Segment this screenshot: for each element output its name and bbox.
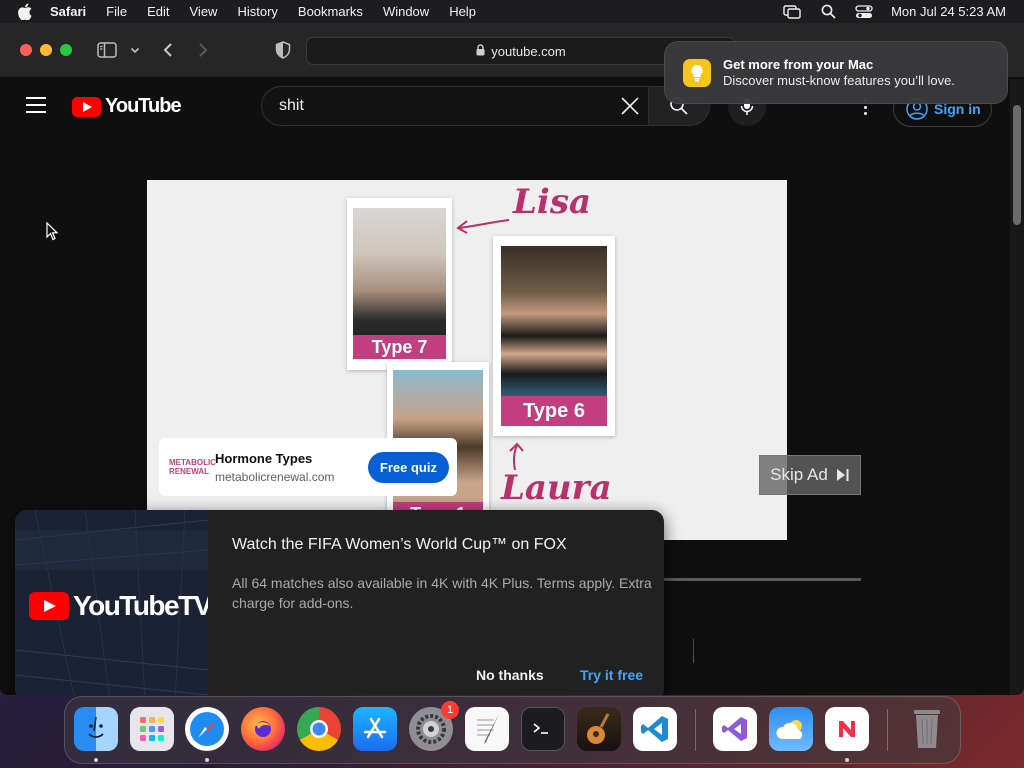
clear-search-icon[interactable] xyxy=(620,96,640,116)
promo-body: All 64 matches also available in 4K with… xyxy=(232,575,652,611)
skip-ad-label: Skip Ad xyxy=(770,465,828,484)
dock-textedit-icon[interactable] xyxy=(465,707,509,751)
skip-ad-button[interactable]: Skip Ad xyxy=(759,455,861,495)
dock-garageband-icon[interactable] xyxy=(577,707,621,751)
page-scrollbar[interactable] xyxy=(1010,79,1024,695)
spotlight-search-icon[interactable] xyxy=(819,4,837,20)
notification-title: Get more from your Mac xyxy=(723,57,874,72)
type6-label: Type 6 xyxy=(501,396,607,426)
dock-separator xyxy=(695,709,696,751)
menu-bookmarks[interactable]: Bookmarks xyxy=(298,4,363,19)
no-thanks-button[interactable]: No thanks xyxy=(476,667,544,683)
menu-safari[interactable]: Safari xyxy=(50,4,86,19)
menubar: Safari File Edit View History Bookmarks … xyxy=(0,0,1024,23)
free-quiz-button[interactable]: Free quiz xyxy=(367,451,449,483)
type7-label: Type 7 xyxy=(353,335,446,359)
back-arrow-icon[interactable] xyxy=(162,41,174,59)
dock-firefox-icon[interactable] xyxy=(241,707,285,751)
dock-chrome-icon[interactable] xyxy=(297,707,341,751)
arrow-to-laura-icon xyxy=(509,442,524,471)
dock-app-store-icon[interactable] xyxy=(353,707,397,751)
menu-view[interactable]: View xyxy=(190,4,218,19)
search-input[interactable]: shit xyxy=(261,86,649,126)
dock: 1 xyxy=(64,696,961,764)
dock-separator xyxy=(887,709,888,751)
screen-mirroring-icon[interactable] xyxy=(783,4,801,20)
chevron-down-icon[interactable] xyxy=(130,41,140,59)
dock-launchpad-icon[interactable] xyxy=(130,707,174,751)
photo-type6 xyxy=(501,246,607,396)
skip-next-icon xyxy=(836,469,849,481)
ad-title: Hormone Types xyxy=(215,450,313,466)
youtube-tv-play-icon xyxy=(29,592,69,620)
dock-safari-running-dot xyxy=(205,758,209,762)
menu-history[interactable]: History xyxy=(237,4,277,19)
dock-news-icon[interactable] xyxy=(825,707,869,751)
dock-weather-icon[interactable] xyxy=(769,707,813,751)
window-close-button[interactable] xyxy=(20,44,32,56)
ad-url: metabolicrenewal.com xyxy=(215,469,335,484)
menu-edit[interactable]: Edit xyxy=(147,4,169,19)
menu-hamburger-icon[interactable] xyxy=(26,97,46,113)
youtube-tv-wordmark: YouTubeTV xyxy=(73,590,208,621)
promo-title: Watch the FIFA Women’s World Cup™ on FOX xyxy=(232,536,567,553)
video-player[interactable]: Type 7 Type 6 Type 1 Lisa Laura METABOLI… xyxy=(147,180,787,540)
youtube-tv-logo: YouTubeTV xyxy=(29,590,208,622)
try-it-free-button[interactable]: Try it free xyxy=(580,667,643,683)
video-progress-line xyxy=(664,578,861,581)
youtube-tv-promo-dialog: YouTubeTV Watch the FIFA Women’s World C… xyxy=(15,510,664,695)
menubar-clock[interactable]: Mon Jul 24 5:23 AM xyxy=(891,4,1006,19)
dock-finder-icon[interactable] xyxy=(74,707,118,751)
control-center-icon[interactable] xyxy=(855,4,873,20)
lock-icon xyxy=(476,43,485,59)
privacy-shield-icon[interactable] xyxy=(275,41,291,59)
photo-card-type6: Type 6 xyxy=(493,236,615,436)
youtube-tv-promo-image: YouTubeTV xyxy=(15,510,208,695)
window-minimize-button[interactable] xyxy=(40,44,52,56)
menu-window[interactable]: Window xyxy=(383,4,429,19)
tips-lightbulb-icon xyxy=(683,58,711,87)
dock-terminal-icon[interactable] xyxy=(521,707,565,751)
dock-safari-icon[interactable] xyxy=(185,707,229,751)
ad-overlay-card[interactable]: METABOLIC RENEWAL Hormone Types metaboli… xyxy=(159,438,457,496)
scrollbar-thumb[interactable] xyxy=(1013,105,1021,225)
safari-window: youtube.com YouTube shit Sign in Type 7 … xyxy=(0,23,1024,695)
youtube-play-icon xyxy=(72,96,101,117)
address-text: youtube.com xyxy=(491,43,566,59)
dock-finder-running-dot xyxy=(94,758,98,762)
lisa-label: Lisa xyxy=(513,182,591,222)
arrow-to-lisa-icon xyxy=(456,219,510,234)
macos-notification[interactable]: Get more from your Mac Discover must-kno… xyxy=(664,41,1008,104)
dock-vscode-icon[interactable] xyxy=(633,707,677,751)
search-query: shit xyxy=(279,97,304,114)
youtube-page: YouTube shit Sign in Type 7 Type 6 Lisa … xyxy=(0,79,1024,695)
youtube-logo[interactable]: YouTube xyxy=(72,95,182,118)
advertiser-logo: METABOLIC RENEWAL xyxy=(169,458,216,476)
menu-file[interactable]: File xyxy=(106,4,127,19)
window-zoom-button[interactable] xyxy=(60,44,72,56)
notification-body: Discover must-know features you’ll love. xyxy=(723,73,955,88)
dock-news-running-dot xyxy=(845,758,849,762)
laura-label: Laura xyxy=(501,468,612,508)
mouse-cursor-icon xyxy=(46,222,59,241)
apple-menu-icon[interactable] xyxy=(18,3,36,21)
dock-trash-icon[interactable] xyxy=(905,707,949,751)
forward-arrow-icon[interactable] xyxy=(197,41,209,59)
youtube-wordmark: YouTube xyxy=(105,95,182,117)
dock-visual-studio-icon[interactable] xyxy=(713,707,757,751)
sidebar-toggle-icon[interactable] xyxy=(97,41,117,59)
photo-card-type7: Type 7 xyxy=(347,198,452,370)
settings-notification-badge: 1 xyxy=(441,701,459,719)
divider xyxy=(693,639,694,663)
menu-help[interactable]: Help xyxy=(449,4,476,19)
